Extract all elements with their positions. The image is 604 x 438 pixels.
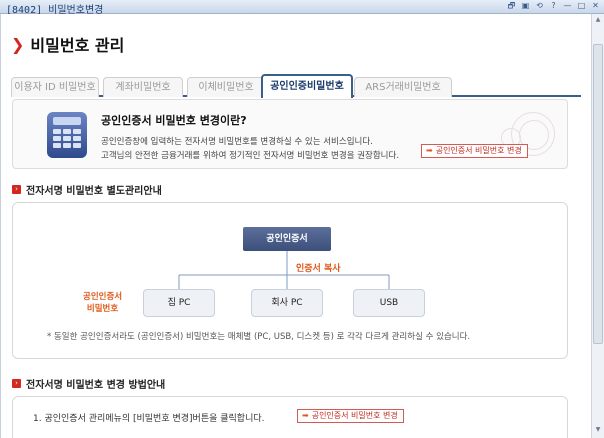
device-usb: USB <box>353 289 425 317</box>
minimize-icon[interactable]: — <box>563 1 572 11</box>
step-change-cert-password-button[interactable]: ➡ 공인인증서 비밀번호 변경 <box>297 409 404 423</box>
restore-icon[interactable]: 🗗 <box>507 1 516 11</box>
cert-password-label: 공인인증서 비밀번호 <box>83 291 122 315</box>
chevron-right-icon: ❯ <box>11 34 25 54</box>
intro-box: 공인인증서 비밀번호 변경이란? 공인인증창에 입력하는 전자서명 비밀번호를 … <box>12 99 568 169</box>
device-home-pc: 집 PC <box>143 289 215 317</box>
window-controls: 🗗 ▣ ⟲ ? — □ ✕ <box>507 1 600 11</box>
section-title-change-method: › 전자서명 비밀번호 변경 방법안내 <box>12 376 165 391</box>
certificate-copy-label: 인증서 복사 <box>296 264 341 274</box>
screen-icon[interactable]: ▣ <box>521 1 530 11</box>
intro-description-2: 고객님의 안전한 금융거래를 위하여 정기적인 전자서명 비밀번호 변경을 권장… <box>101 151 400 161</box>
square-bullet-icon: › <box>12 185 21 194</box>
calculator-icon <box>47 112 87 158</box>
intro-description-1: 공인인증창에 입력하는 전자서명 비밀번호를 변경하실 수 있는 서비스입니다. <box>101 137 373 147</box>
cert-password-label-line2: 비밀번호 <box>86 304 119 314</box>
arrow-right-icon: ➡ <box>426 146 433 155</box>
tab-user-id-password[interactable]: 이용자 ID 비밀번호 <box>11 77 99 97</box>
arrow-right-icon: ➡ <box>302 411 309 420</box>
certificate-node: 공인인증서 <box>243 227 331 251</box>
step-1-text: 1. 공인인증서 관리메뉴의 [비밀번호 변경]버튼을 클릭합니다. <box>33 414 265 424</box>
window-titlebar: [8402] 비밀번호변경 🗗 ▣ ⟲ ? — □ ✕ <box>0 0 604 16</box>
scroll-down-icon[interactable]: ▼ <box>594 426 602 434</box>
intro-question: 공인인증서 비밀번호 변경이란? <box>101 114 247 127</box>
tab-transfer-password[interactable]: 이체비밀번호 <box>187 77 265 97</box>
page-title: 비밀번호 관리 <box>30 36 125 55</box>
section-title-separate-management: › 전자서명 비밀번호 별도관리안내 <box>12 182 162 197</box>
tab-account-password[interactable]: 계좌비밀번호 <box>103 77 183 97</box>
maximize-icon[interactable]: □ <box>577 1 586 11</box>
tab-certificate-password[interactable]: 공인인증비밀번호 <box>261 74 353 98</box>
device-office-pc: 회사 PC <box>251 289 323 317</box>
content-frame: ❯ 비밀번호 관리 이용자 ID 비밀번호 계좌비밀번호 이체비밀번호 공인인증… <box>0 14 591 438</box>
refresh-icon[interactable]: ⟲ <box>535 1 544 11</box>
scroll-up-icon[interactable]: ▲ <box>594 16 602 24</box>
tab-bar: 이용자 ID 비밀번호 계좌비밀번호 이체비밀번호 공인인증비밀번호 ARS거래… <box>11 74 581 98</box>
change-cert-password-label: 공인인증서 비밀번호 변경 <box>435 146 522 155</box>
scroll-thumb[interactable] <box>593 44 603 344</box>
diagram-box: 공인인증서 인증서 복사 공인인증서 비밀번호 집 PC 회사 PC USB *… <box>12 202 568 359</box>
close-icon[interactable]: ✕ <box>591 1 600 11</box>
section-title-text: 전자서명 비밀번호 변경 방법안내 <box>26 380 166 391</box>
help-icon[interactable]: ? <box>549 1 558 11</box>
tab-ars-password[interactable]: ARS거래비밀번호 <box>354 77 452 97</box>
method-box: 1. 공인인증서 관리메뉴의 [비밀번호 변경]버튼을 클릭합니다. ➡ 공인인… <box>12 396 568 438</box>
step-change-cert-password-label: 공인인증서 비밀번호 변경 <box>311 411 398 420</box>
square-bullet-icon: › <box>12 379 21 388</box>
page-heading: ❯ 비밀번호 관리 <box>11 32 124 56</box>
section-title-text: 전자서명 비밀번호 별도관리안내 <box>26 186 162 197</box>
diagram-note: * 동일한 공인인증서라도 (공인인증서) 비밀번호는 매체별 (PC, USB… <box>47 332 471 342</box>
vertical-scrollbar[interactable]: ▲ ▼ <box>591 14 604 438</box>
cert-password-label-line1: 공인인증서 <box>83 292 123 302</box>
change-cert-password-button[interactable]: ➡ 공인인증서 비밀번호 변경 <box>421 144 528 158</box>
